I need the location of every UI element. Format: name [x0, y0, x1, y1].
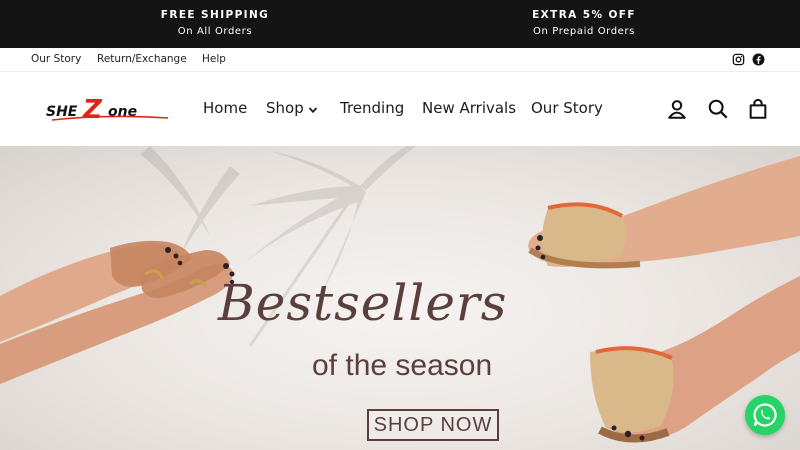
announcement-bar: FREE SHIPPING On All Orders EXTRA 5% OFF…	[0, 0, 800, 48]
announcement-free-shipping: FREE SHIPPING On All Orders	[115, 8, 315, 39]
announcement-title: EXTRA 5% OFF	[532, 9, 636, 21]
cart-icon[interactable]	[747, 98, 769, 120]
announcement-title: FREE SHIPPING	[160, 9, 270, 21]
instagram-icon[interactable]	[732, 53, 745, 66]
whatsapp-icon	[753, 403, 777, 427]
shezone-logo[interactable]: SHE Z one	[46, 94, 176, 126]
announcement-subtitle: On All Orders	[177, 26, 253, 37]
utility-bar: Our Story Return/Exchange Help	[0, 48, 800, 72]
account-icon[interactable]	[666, 98, 688, 120]
utility-link-our-story[interactable]: Our Story	[31, 53, 81, 65]
logo-text-right: one	[108, 104, 137, 120]
nav-shop[interactable]: Shop	[266, 99, 304, 117]
search-icon[interactable]	[707, 98, 729, 120]
logo-text-mid: Z	[82, 95, 103, 125]
announcement-extra-off: EXTRA 5% OFF On Prepaid Orders	[484, 8, 684, 39]
utility-link-help[interactable]: Help	[202, 53, 226, 65]
chevron-down-icon[interactable]	[308, 105, 318, 115]
announcement-subtitle: On Prepaid Orders	[533, 26, 635, 37]
whatsapp-chat-button[interactable]	[745, 395, 785, 435]
facebook-icon[interactable]	[752, 53, 765, 66]
shop-now-button[interactable]: SHOP NOW	[367, 409, 499, 441]
hero-title: Bestsellers	[218, 274, 508, 332]
hero-subtitle: of the season	[312, 349, 493, 382]
site-header: SHE Z one Home Shop Trending New Arrival…	[0, 72, 800, 146]
utility-link-return-exchange[interactable]: Return/Exchange	[97, 53, 187, 65]
hero-banner[interactable]: Bestsellers of the season SHOP NOW	[0, 146, 800, 450]
nav-home[interactable]: Home	[203, 99, 247, 117]
nav-new-arrivals[interactable]: New Arrivals	[422, 99, 516, 117]
nav-trending[interactable]: Trending	[340, 99, 404, 117]
left-legs-sandals	[0, 240, 235, 384]
nav-our-story[interactable]: Our Story	[531, 99, 603, 117]
